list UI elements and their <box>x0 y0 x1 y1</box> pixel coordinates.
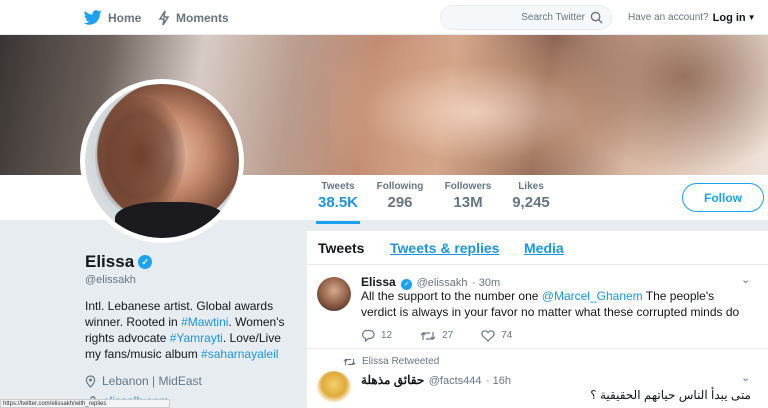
tweet-author-handle[interactable]: @facts444 <box>429 375 482 387</box>
profile-avatar[interactable] <box>80 79 244 243</box>
avatar-hair <box>95 96 185 216</box>
heart-icon <box>481 329 495 342</box>
bio-hashtag-mawtini[interactable]: #Mawtini <box>181 315 228 329</box>
profile-bio: Intl. Lebanese artist. Global awards win… <box>85 298 295 362</box>
location-pin-icon <box>85 374 96 388</box>
nav-moments[interactable]: Moments <box>158 0 229 35</box>
stat-following-value: 296 <box>387 194 413 211</box>
stat-tweets-label: Tweets <box>321 181 355 192</box>
tweet-author-avatar[interactable] <box>317 277 351 311</box>
stat-tweets-value: 38.5K <box>317 194 359 211</box>
tweet-text: All the support to the number one @Marce… <box>361 288 741 320</box>
tweet-author-name[interactable]: Elissa <box>361 275 396 289</box>
like-count: 74 <box>501 330 513 341</box>
retweet-icon <box>420 331 436 340</box>
profile-handle[interactable]: @elissakh <box>85 274 285 286</box>
follow-button[interactable]: Follow <box>682 183 764 212</box>
reply-count: 12 <box>381 330 393 341</box>
tweet-item[interactable]: Elissa ✓ @elissakh · 30m ⌄ All the suppo… <box>307 265 768 349</box>
search-placeholder: Search Twitter <box>521 12 585 23</box>
reply-icon <box>362 329 375 342</box>
like-action[interactable]: 74 <box>481 329 513 342</box>
account-area: Have an account? Log in ▼ <box>628 0 756 35</box>
stat-tweets[interactable]: Tweets 38.5K <box>316 181 360 224</box>
tab-media[interactable]: Media <box>524 240 564 256</box>
stat-followers-label: Followers <box>444 181 492 192</box>
tweet-actions: 12 27 74 <box>361 329 540 342</box>
stat-likes-label: Likes <box>518 181 544 192</box>
tweet-author-name[interactable]: حقائق مذهلة <box>361 373 424 387</box>
search-input[interactable]: Search Twitter <box>440 5 612 30</box>
reply-action[interactable]: 12 <box>361 329 392 342</box>
top-nav: Home Moments Search Twitter Have an acco… <box>0 0 768 35</box>
timeline: Tweets Tweets & replies Media Elissa ✓ @… <box>307 231 768 408</box>
retweeted-by-label[interactable]: Elissa Retweeted <box>362 356 439 367</box>
stat-likes-value: 9,245 <box>512 194 550 211</box>
tweet-header: حقائق مذهلة @facts444 · 16h <box>361 371 511 389</box>
nav-home-label: Home <box>108 10 142 25</box>
profile-location-text: Lebanon | MidEast <box>102 374 202 388</box>
chevron-down-icon[interactable]: ⌄ <box>741 273 750 286</box>
browser-status-url: https://twitter.com/elissakh/with_replie… <box>0 399 170 408</box>
retweet-count: 27 <box>442 330 454 341</box>
stat-following[interactable]: Following 296 <box>376 181 424 211</box>
caret-down-icon[interactable]: ▼ <box>748 13 756 22</box>
tweet-text: متى يبدأ الناس حياتهم الحقيقية ؟ <box>590 388 751 402</box>
bio-hashtag-yamrayti[interactable]: #Yamrayti <box>170 331 223 345</box>
avatar-dress <box>115 202 225 238</box>
twitter-bird-icon <box>84 10 102 25</box>
account-prompt: Have an account? <box>628 12 709 23</box>
profile-name[interactable]: Elissa <box>85 252 134 272</box>
retweet-action[interactable]: 27 <box>420 330 453 342</box>
retweet-context: Elissa Retweeted <box>343 356 439 367</box>
profile-name-row: Elissa ✓ <box>85 252 285 272</box>
stat-followers-value: 13M <box>453 194 483 211</box>
tweet-author-avatar[interactable] <box>317 371 351 405</box>
header-photo-shadow <box>560 35 768 175</box>
stat-likes[interactable]: Likes 9,245 <box>510 181 552 211</box>
profile-location: Lebanon | MidEast <box>85 374 285 388</box>
nav-home[interactable]: Home <box>84 0 141 35</box>
chevron-down-icon[interactable]: ⌄ <box>741 371 750 384</box>
tab-tweets-replies[interactable]: Tweets & replies <box>390 240 499 256</box>
nav-moments-label: Moments <box>176 10 229 25</box>
verified-badge-icon: ✓ <box>138 255 153 269</box>
tab-tweets[interactable]: Tweets <box>318 240 364 256</box>
tweet-text-1: All the support to the number one <box>361 289 542 303</box>
bio-hashtag-saharnayaleil[interactable]: #saharnayaleil <box>201 347 278 361</box>
stat-followers[interactable]: Followers 13M <box>444 181 492 211</box>
tweet-item[interactable]: Elissa Retweeted حقائق مذهلة @facts444 ·… <box>307 349 768 408</box>
profile-card: Elissa ✓ @elissakh Intl. Lebanese artist… <box>85 252 285 408</box>
timeline-tabs: Tweets Tweets & replies Media <box>307 231 768 265</box>
tweet-mention[interactable]: @Marcel_Ghanem <box>542 289 643 303</box>
stat-following-label: Following <box>376 181 424 192</box>
search-icon <box>590 11 603 24</box>
retweet-icon <box>343 358 356 365</box>
tweet-timestamp[interactable]: · 16h <box>486 375 511 387</box>
lightning-icon <box>158 10 170 25</box>
login-link[interactable]: Log in <box>713 12 746 24</box>
